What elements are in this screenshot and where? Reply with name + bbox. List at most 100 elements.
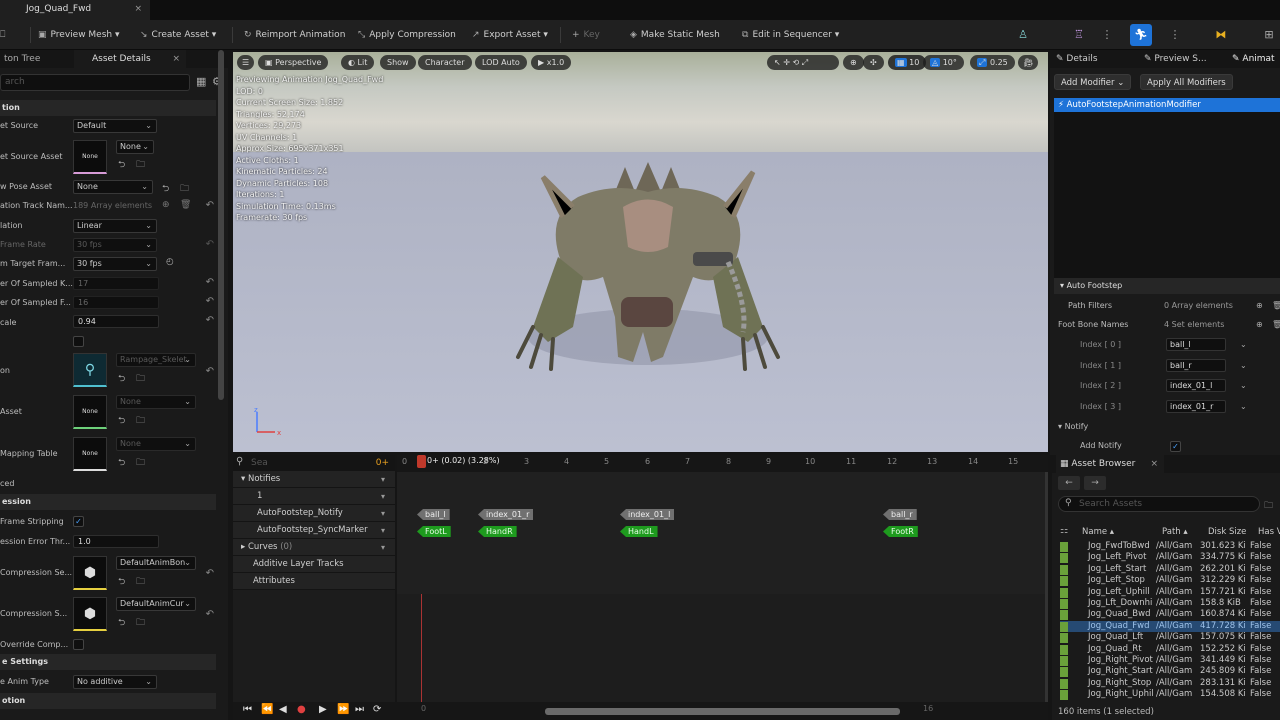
- add-modifier-button[interactable]: Add Modifier ⌄: [1054, 74, 1132, 90]
- timeline-area[interactable]: 0 2 3 4 5 6 7 8 9 10 11 12 13 14 15 0+ (…: [397, 455, 1048, 720]
- notify-section-row[interactable]: ▾ Notify: [1054, 417, 1280, 437]
- timeline-ruler[interactable]: 0 2 3 4 5 6 7 8 9 10 11 12 13 14 15 0+ (…: [397, 455, 1048, 472]
- reset-icon[interactable]: ↶: [206, 609, 214, 620]
- column-path[interactable]: Path ▴: [1162, 525, 1188, 539]
- compression-settings-thumbnail[interactable]: ⬢: [73, 556, 107, 590]
- blueprint-mode-icon[interactable]: ⧓: [1210, 24, 1232, 46]
- asset-row[interactable]: Jog_Quad_Lft/All/Gam 157.075 Ki False: [1060, 632, 1280, 644]
- retarget-source-asset-dropdown[interactable]: None ⌄: [116, 140, 154, 154]
- close-icon[interactable]: ×: [134, 0, 142, 18]
- save-icon[interactable]: ⎕: [0, 20, 9, 50]
- close-icon[interactable]: ×: [1150, 455, 1158, 473]
- column-disk-size[interactable]: Disk Size: [1208, 525, 1246, 539]
- surface-snap-icon[interactable]: ✣: [863, 55, 884, 70]
- step-back-icon[interactable]: ⏪: [261, 704, 273, 715]
- reset-icon[interactable]: ↶: [206, 200, 214, 211]
- mapping-table-thumbnail[interactable]: None: [73, 437, 107, 471]
- skip-to-end-icon[interactable]: ⏭: [355, 704, 364, 715]
- track-attributes[interactable]: Attributes: [233, 573, 395, 590]
- lit-button[interactable]: ◐ Lit: [341, 55, 375, 70]
- frame-rate-dropdown[interactable]: 30 fps ⌄: [73, 238, 157, 252]
- browse-icon[interactable]: 🗀︎: [136, 455, 145, 471]
- rate-scale-field[interactable]: 0.94: [73, 315, 159, 328]
- tab-asset-browser[interactable]: ▦ Asset Browser ×: [1056, 455, 1164, 473]
- mapping-table-dropdown[interactable]: None ⌄: [116, 437, 196, 451]
- override-comp-checkbox[interactable]: [73, 639, 84, 650]
- target-frame-rate-dropdown[interactable]: 30 fps ⌄: [73, 257, 157, 271]
- frame-stripping-checkbox[interactable]: ✓: [73, 516, 84, 527]
- document-tab[interactable]: Jog_Quad_Fwd ×: [0, 0, 150, 20]
- preview-viewport[interactable]: ☰ ▣ Perspective ◐ Lit Show Character LOD…: [233, 52, 1048, 452]
- retarget-source-dropdown[interactable]: Default ⌄: [73, 119, 157, 133]
- make-static-mesh-button[interactable]: ◈ Make Static Mesh: [630, 20, 720, 50]
- interpolation-dropdown[interactable]: Linear ⌄: [73, 219, 157, 233]
- details-search-input[interactable]: arch: [0, 74, 190, 91]
- browse-icon[interactable]: 🗀︎: [136, 371, 145, 387]
- add-element-icon[interactable]: ⊕: [162, 200, 170, 210]
- browse-icon[interactable]: 🗀︎: [136, 157, 145, 173]
- browse-icon[interactable]: 🗀︎: [136, 413, 145, 429]
- filter-label[interactable]: 0+: [376, 458, 389, 468]
- use-selected-icon[interactable]: ⮌: [118, 371, 125, 387]
- notify-index-01-r[interactable]: index_01_r: [478, 509, 534, 520]
- reset-icon[interactable]: ↶: [206, 315, 214, 326]
- use-selected-icon[interactable]: ⮌: [118, 157, 125, 173]
- more-options-icon-2[interactable]: ⋮: [1164, 24, 1186, 46]
- skeleton-thumbnail[interactable]: ⚲: [73, 353, 107, 387]
- record-icon[interactable]: ●: [297, 704, 306, 715]
- track-autofootstep-notify[interactable]: AutoFootstep_Notify ▾: [233, 505, 395, 522]
- playback-speed-button[interactable]: ▶ x1.0: [531, 55, 572, 70]
- notify-index-01-l[interactable]: index_01_l: [620, 509, 675, 520]
- section-animation[interactable]: tion: [0, 100, 216, 116]
- back-button[interactable]: ←: [1058, 476, 1080, 490]
- advanced-label[interactable]: ced: [0, 479, 14, 488]
- more-options-icon[interactable]: ⋮: [1096, 24, 1118, 46]
- playhead-marker[interactable]: [417, 455, 426, 468]
- tab-skeleton-tree[interactable]: ton Tree: [0, 50, 44, 68]
- sync-marker-hand-l[interactable]: HandL: [620, 526, 658, 537]
- use-selected-icon[interactable]: ⮌: [162, 181, 169, 197]
- asset-row[interactable]: Jog_Left_Start/All/Gam 262.201 Ki False: [1060, 564, 1280, 575]
- sync-marker-foot-r[interactable]: FootR: [883, 526, 918, 537]
- add-element-icon[interactable]: ⊕: [1256, 315, 1263, 335]
- section-additive-settings[interactable]: e Settings: [0, 654, 216, 670]
- step-forward-icon[interactable]: ⏩: [337, 704, 349, 715]
- edit-in-sequencer-button[interactable]: ⧉ Edit in Sequencer ▾: [742, 20, 839, 50]
- character-button[interactable]: Character: [418, 55, 472, 70]
- clock-icon[interactable]: ◴: [166, 257, 174, 267]
- world-local-icon[interactable]: ⊕: [843, 55, 864, 70]
- error-threshold-field[interactable]: 1.0: [73, 535, 159, 548]
- export-asset-button[interactable]: ↗ Export Asset ▾: [472, 20, 548, 50]
- trash-icon[interactable]: 🗑︎: [180, 200, 191, 210]
- apply-all-modifiers-button[interactable]: Apply All Modifiers: [1140, 74, 1233, 90]
- tab-preview-settings[interactable]: ✎ Preview S...: [1144, 50, 1207, 68]
- add-element-icon[interactable]: ⊕: [1256, 296, 1263, 316]
- section-root-motion[interactable]: otion: [0, 693, 216, 709]
- play-reverse-icon[interactable]: ◀: [279, 704, 287, 715]
- track-notify-index[interactable]: 1 ▾: [233, 488, 395, 505]
- reset-icon[interactable]: ↶: [206, 239, 214, 250]
- angle-snap-button[interactable]: ◬ 10°: [923, 55, 964, 70]
- use-selected-icon[interactable]: ⮌: [118, 574, 125, 590]
- reset-icon[interactable]: ↶: [206, 366, 214, 377]
- reset-icon[interactable]: ↶: [206, 568, 214, 579]
- index-value-field[interactable]: index_01_r: [1166, 400, 1226, 413]
- index-value-field[interactable]: ball_l: [1166, 338, 1226, 351]
- browse-icon[interactable]: 🗀︎: [180, 181, 189, 197]
- table-view-icon[interactable]: ▦: [196, 75, 206, 88]
- preview-pose-dropdown[interactable]: None ⌄: [73, 180, 153, 194]
- index-value-field[interactable]: ball_r: [1166, 359, 1226, 372]
- tab-details[interactable]: ✎ Details: [1056, 50, 1098, 68]
- loop-icon[interactable]: ⟳: [373, 704, 381, 715]
- asset-row[interactable]: Jog_Quad_Rt/All/Gam 152.252 Ki False: [1060, 644, 1280, 655]
- track-autofootstep-syncmarker[interactable]: AutoFootstep_SyncMarker ▾: [233, 522, 395, 539]
- trash-icon[interactable]: 🗑︎: [1272, 315, 1280, 335]
- asset-row[interactable]: Jog_Left_Uphill/All/Gam 157.721 Ki False: [1060, 587, 1280, 598]
- browse-icon[interactable]: 🗀︎: [136, 574, 145, 590]
- grid-snap-button[interactable]: ▦ 10: [888, 55, 927, 70]
- column-has-v[interactable]: Has V: [1258, 525, 1280, 539]
- asset-row[interactable]: Jog_Right_Stop/All/Gam 283.131 Ki False: [1060, 678, 1280, 689]
- mesh-mode-icon[interactable]: ♖: [1068, 24, 1090, 46]
- create-asset-button[interactable]: ↘ Create Asset ▾: [140, 20, 216, 50]
- end-marker[interactable]: [1045, 472, 1048, 720]
